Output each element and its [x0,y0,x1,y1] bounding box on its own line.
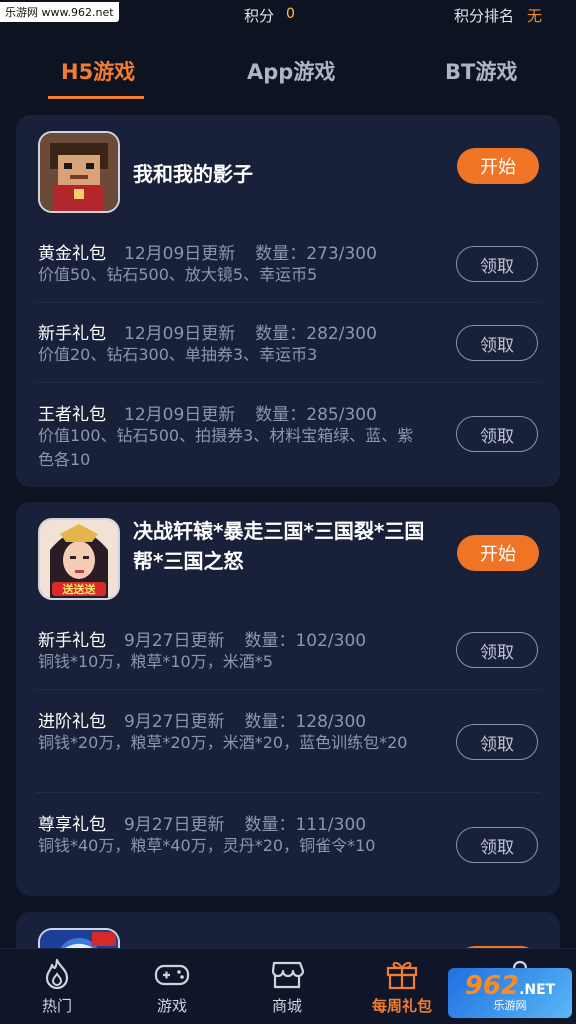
pack-name: 黄金礼包 [38,244,106,264]
pack-date: 12月09日更新 [124,324,236,344]
icon-badge-text: 送送送 [62,582,97,596]
score-label: 积分 [244,7,275,25]
divider [36,792,540,793]
game-title: 决战轩辕*暴走三国*三国裂*三国帮*三国之怒 [133,519,425,573]
active-tab-indicator [48,96,144,99]
status-bar: 乐游网 www.962.net 积分 0 积分排名 无 [0,0,576,30]
tab-bt-games[interactable]: BT游戏 [445,56,517,86]
nav-label: 热门 [41,997,72,1015]
pack-date: 9月27日更新 [124,712,225,732]
pack-date: 12月09日更新 [124,405,236,425]
gift-pack-row: 新手礼包 12月09日更新 数量：282/300 价值20、钻石300、单抽券3、幸… [16,313,560,383]
brand-suffix: .NET [519,982,556,998]
pack-name: 尊享礼包 [38,815,106,835]
pack-description: 价值100、钻石500、拍摄券3、材料宝箱绿、蓝、紫色各10 [38,426,414,469]
pack-name: 王者礼包 [38,405,106,425]
watermark-url: www.962.net [41,6,114,19]
pack-description: 铜钱*20万，粮草*20万，米酒*20，蓝色训练包*20 [38,733,408,752]
pack-quantity: 数量：111/300 [244,815,367,835]
game-card: 我和我的影子 开始 黄金礼包 12月09日更新 数量：273/300 价值50、钻石… [16,115,560,487]
tab-app-games[interactable]: App游戏 [247,56,335,86]
nav-store[interactable]: 商城 [237,949,337,1024]
game-type-tabs: H5游戏 App游戏 BT游戏 [0,44,576,102]
pack-quantity: 数量：285/300 [255,405,377,425]
brand-cn: 乐游网 [493,999,527,1012]
nav-hot[interactable]: 热门 [7,949,107,1024]
gift-pack-row: 尊享礼包 9月27日更新 数量：111/300 铜钱*40万，粮草*40万，灵丹*2… [16,804,560,896]
pack-name: 新手礼包 [38,324,106,344]
pack-quantity: 数量：282/300 [255,324,377,344]
pack-quantity: 数量：128/300 [244,712,367,732]
tab-h5-games[interactable]: H5游戏 [61,56,135,86]
pack-quantity: 数量：273/300 [255,244,377,264]
flame-icon [45,958,69,990]
nav-weekly-gift[interactable]: 每周礼包 [352,949,452,1024]
gift-pack-row: 进阶礼包 9月27日更新 数量：128/300 铜钱*20万，粮草*20万，米酒*2… [16,701,560,793]
gift-icon [386,961,418,990]
pack-description: 铜钱*40万，粮草*40万，灵丹*20，铜雀令*10 [38,836,376,855]
claim-button[interactable]: 领取 [456,246,538,282]
game-icon-three-kingdoms[interactable]: 送送送 [38,518,120,600]
divider [36,689,540,690]
game-card: 送送送 决战轩辕*暴走三国*三国裂*三国帮*三国之怒 开始 新手礼包 9月27日更… [16,502,560,896]
divider [36,382,540,383]
pack-date: 9月27日更新 [124,631,225,651]
claim-button[interactable]: 领取 [456,325,538,361]
nav-label: 游戏 [156,997,187,1015]
claim-button[interactable]: 领取 [456,827,538,863]
gamepad-icon [154,964,190,986]
pack-name: 新手礼包 [38,631,106,651]
pack-quantity: 数量：102/300 [244,631,367,651]
watermark-cn: 乐游网 [5,6,38,19]
gift-pack-row: 王者礼包 12月09日更新 数量：285/300 价值100、钻石500、拍摄券3、… [16,394,560,484]
brand-number: 962 [464,971,520,1001]
claim-button[interactable]: 领取 [456,632,538,668]
pack-description: 价值50、钻石500、放大镜5、幸运币5 [38,265,318,284]
store-icon [271,961,305,989]
brand-logo: 962.NET 乐游网 [448,968,572,1018]
nav-games[interactable]: 游戏 [122,949,222,1024]
game-title: 我和我的影子 [133,162,253,186]
nav-label: 商城 [271,997,302,1015]
pack-description: 价值20、钻石300、单抽券3、幸运币3 [38,345,318,364]
game-icon-shadow[interactable] [38,131,120,213]
rank-label: 积分排名 [454,7,515,25]
claim-button[interactable]: 领取 [456,724,538,760]
claim-button[interactable]: 领取 [456,416,538,452]
divider [36,302,540,303]
pack-description: 铜钱*10万，粮草*10万，米酒*5 [38,652,273,671]
gift-pack-row: 黄金礼包 12月09日更新 数量：273/300 价值50、钻石500、放大镜5、幸… [16,233,560,303]
watermark: 乐游网 www.962.net [0,2,119,22]
start-button[interactable]: 开始 [457,535,539,571]
pack-date: 9月27日更新 [124,815,225,835]
rank-value: 无 [527,7,543,25]
nav-label: 每周礼包 [371,997,432,1015]
pack-name: 进阶礼包 [38,712,106,732]
score-value: 0 [286,6,295,22]
gift-pack-row: 新手礼包 9月27日更新 数量：102/300 铜钱*10万，粮草*10万，米酒*5… [16,620,560,690]
pack-date: 12月09日更新 [124,244,236,264]
start-button[interactable]: 开始 [457,148,539,184]
